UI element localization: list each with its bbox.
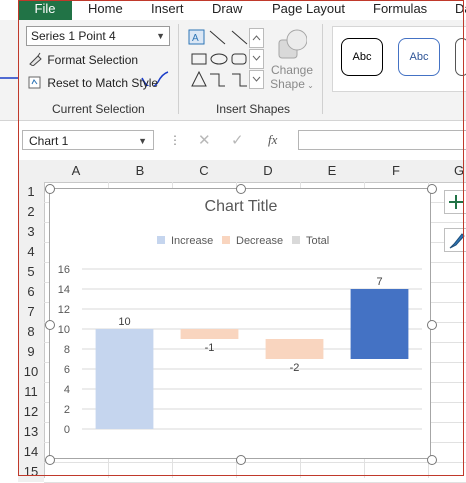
row-header-2[interactable]: 2 — [18, 202, 44, 222]
resize-handle-left[interactable] — [45, 320, 55, 330]
chart-elements-button[interactable] — [444, 190, 466, 214]
row-header-1[interactable]: 1 — [18, 182, 44, 202]
row-header-8[interactable]: 8 — [18, 322, 44, 342]
row-header-14[interactable]: 14 — [18, 442, 44, 462]
y-tick-label: 4 — [64, 384, 70, 396]
y-tick-label: 16 — [58, 264, 70, 276]
resize-handle-top-left[interactable] — [45, 184, 55, 194]
paintbrush-icon — [449, 233, 465, 249]
chart[interactable]: Chart Title Increase Decrease Total 0246… — [49, 188, 431, 459]
y-tick-label: 6 — [64, 364, 70, 376]
row-header-11[interactable]: 11 — [18, 382, 44, 402]
y-tick-label: 12 — [58, 304, 70, 316]
row-header-15[interactable]: 15 — [18, 462, 44, 482]
data-label: 10 — [118, 316, 130, 328]
row-header-9[interactable]: 9 — [18, 342, 44, 362]
row-header-12[interactable]: 12 — [18, 402, 44, 422]
row-header-5[interactable]: 5 — [18, 262, 44, 282]
bar-2[interactable] — [180, 329, 239, 339]
bar-3[interactable] — [265, 339, 324, 359]
bar-4[interactable] — [350, 289, 409, 359]
resize-handle-bottom[interactable] — [236, 455, 246, 465]
plot-area[interactable]: 0 2 4 6 8 10 12 14 16 10 -1 -2 7 — [50, 189, 430, 458]
bar-1[interactable] — [95, 329, 154, 429]
row-header-3[interactable]: 3 — [18, 222, 44, 242]
resize-handle-bottom-right[interactable] — [427, 455, 437, 465]
y-tick-label: 0 — [64, 424, 70, 436]
row-header-4[interactable]: 4 — [18, 242, 44, 262]
y-tick-label: 8 — [64, 344, 70, 356]
resize-handle-top[interactable] — [236, 184, 246, 194]
plus-icon — [449, 195, 463, 209]
row-header-13[interactable]: 13 — [18, 422, 44, 442]
row-header-7[interactable]: 7 — [18, 302, 44, 322]
resize-handle-bottom-left[interactable] — [45, 455, 55, 465]
y-tick-label: 2 — [64, 404, 70, 416]
data-label: 7 — [376, 276, 382, 288]
chart-styles-button[interactable] — [444, 228, 466, 252]
row-header-10[interactable]: 10 — [18, 362, 44, 382]
y-tick-label: 10 — [58, 324, 70, 336]
y-tick-label: 14 — [58, 284, 70, 296]
data-label: -2 — [290, 362, 300, 374]
row-header-6[interactable]: 6 — [18, 282, 44, 302]
resize-handle-right[interactable] — [427, 320, 437, 330]
data-label: -1 — [205, 342, 215, 354]
resize-handle-top-right[interactable] — [427, 184, 437, 194]
